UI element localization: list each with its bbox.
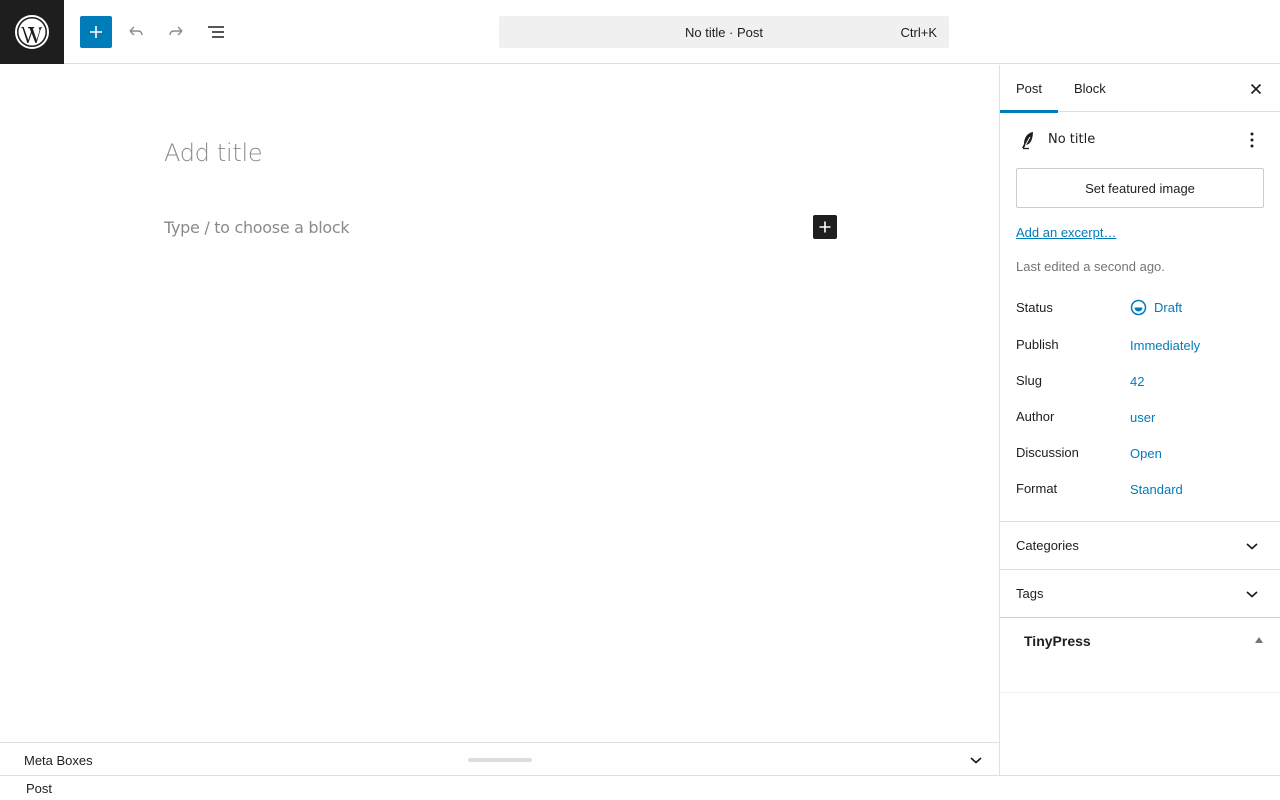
default-block-appender[interactable]: Type / to choose a block: [164, 218, 350, 237]
discussion-button[interactable]: Open: [1130, 446, 1162, 461]
inline-block-inserter-button[interactable]: [813, 215, 837, 239]
set-featured-image-button[interactable]: Set featured image: [1016, 168, 1264, 208]
command-shortcut-hint: Ctrl+K: [900, 25, 937, 40]
sidebar-tabs: Post Block: [1000, 65, 1280, 113]
post-feather-icon: [1017, 129, 1039, 151]
status-value: Draft: [1154, 300, 1183, 315]
undo-icon: [129, 26, 143, 36]
undo-button[interactable]: [120, 16, 152, 48]
meta-boxes-toggle-button[interactable]: [966, 752, 986, 768]
chevron-down-icon: [970, 757, 982, 764]
slug-label: Slug: [1016, 373, 1043, 388]
close-icon: [1250, 83, 1262, 95]
format-button[interactable]: Standard: [1130, 482, 1183, 497]
publish-date-button[interactable]: Immediately: [1130, 338, 1200, 353]
editor-header: No title · Post Ctrl+K: [0, 0, 1280, 64]
editor-canvas: Add title Type / to choose a block: [0, 65, 999, 743]
plus-icon: [90, 26, 102, 38]
slug-button[interactable]: 42: [1130, 374, 1144, 389]
author-label: Author: [1016, 409, 1055, 424]
settings-sidebar: Post Block No title Set featured image A…: [999, 65, 1280, 775]
last-edited-text: Last edited a second ago.: [1016, 259, 1165, 274]
command-palette-bar[interactable]: No title · Post Ctrl+K: [499, 16, 949, 48]
plus-icon: [819, 221, 831, 233]
chevron-down-icon: [1244, 539, 1260, 553]
document-overview-button[interactable]: [200, 16, 232, 48]
post-actions-menu-button[interactable]: [1240, 128, 1264, 152]
categories-panel-label: Categories: [1016, 538, 1079, 553]
editor-footer: Post: [0, 775, 1280, 800]
close-sidebar-button[interactable]: [1244, 77, 1268, 101]
block-inserter-toggle-button[interactable]: [80, 16, 112, 48]
wordpress-logo-icon: [15, 15, 49, 49]
meta-boxes-resize-handle[interactable]: [468, 758, 532, 762]
categories-panel-toggle[interactable]: Categories: [1000, 521, 1280, 569]
triangle-up-icon[interactable]: [1254, 636, 1264, 644]
author-button[interactable]: user: [1130, 410, 1155, 425]
tags-panel-toggle[interactable]: Tags: [1000, 569, 1280, 617]
more-vertical-icon: [1250, 132, 1254, 148]
publish-label: Publish: [1016, 337, 1059, 352]
post-title-input[interactable]: Add title: [164, 139, 263, 167]
chevron-down-icon: [1244, 587, 1260, 601]
post-card-title: No title: [1048, 132, 1096, 147]
tags-panel-label: Tags: [1016, 586, 1044, 601]
tinypress-metabox-title: TinyPress: [1024, 633, 1091, 649]
list-view-icon: [208, 26, 224, 38]
format-label: Format: [1016, 481, 1058, 496]
redo-button[interactable]: [160, 16, 192, 48]
meta-boxes-label: Meta Boxes: [24, 753, 93, 768]
status-toggle-button[interactable]: Draft: [1130, 299, 1182, 316]
document-title-label: No title · Post: [684, 24, 764, 40]
draft-status-icon: [1130, 299, 1147, 316]
add-excerpt-link[interactable]: Add an excerpt…: [1016, 225, 1116, 240]
tinypress-metabox: TinyPress: [1000, 617, 1280, 693]
redo-icon: [169, 26, 183, 36]
status-label: Status: [1016, 300, 1053, 315]
tab-post[interactable]: Post: [1000, 65, 1059, 113]
wordpress-logo-button[interactable]: [0, 0, 64, 64]
tab-block[interactable]: Block: [1058, 65, 1122, 112]
breadcrumb-item-post[interactable]: Post: [26, 781, 52, 796]
discussion-label: Discussion: [1016, 445, 1079, 460]
meta-boxes-panel: Meta Boxes: [0, 742, 999, 776]
